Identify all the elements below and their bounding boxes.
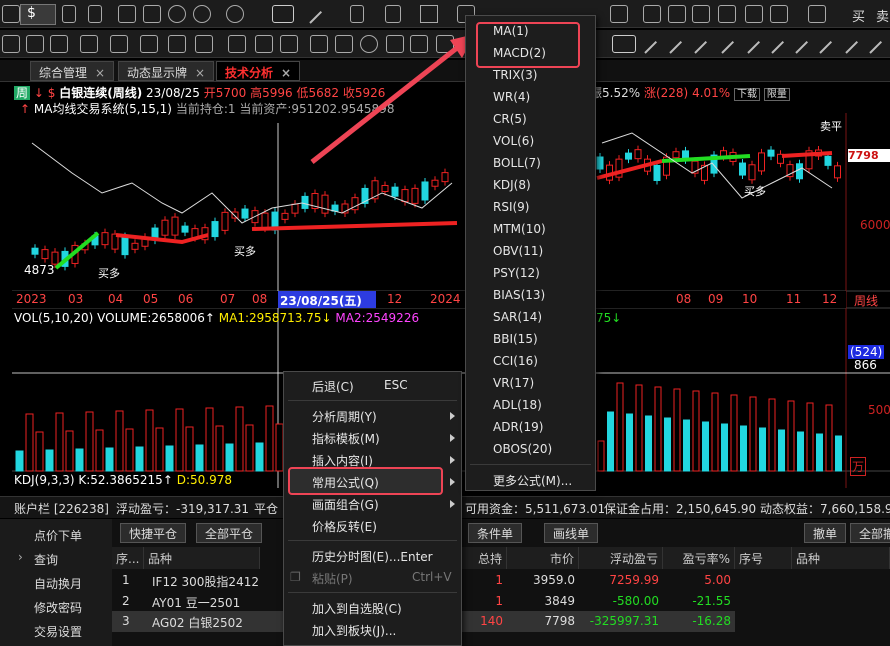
formula-item[interactable]: VR(17): [493, 376, 534, 390]
close-pnl: 平仓: [254, 502, 279, 516]
formula-item[interactable]: MACD(2): [493, 46, 546, 60]
cancel-all-button[interactable]: 全部撤: [850, 523, 890, 543]
menu-item-period[interactable]: 分析周期(Y): [312, 408, 377, 425]
formula-item[interactable]: RSI(9): [493, 200, 530, 214]
row-price: 3849: [544, 594, 575, 608]
submenu-arrow-icon: [450, 500, 455, 508]
col-price[interactable]: 市价: [507, 547, 579, 569]
row-symbol: AY01 豆一2501: [152, 596, 241, 610]
submenu-arrow-icon: [450, 478, 455, 486]
row-rate: 5.00: [704, 573, 731, 587]
formula-item[interactable]: VOL(6): [493, 134, 534, 148]
formula-item[interactable]: ADR(19): [493, 420, 543, 434]
menu-item-history-chart[interactable]: 历史分时图(E)...Enter: [312, 548, 433, 565]
row-pnl: 7259.99: [609, 573, 659, 587]
col-index[interactable]: 序...: [112, 547, 144, 569]
context-menu: 后退(C) ESC 分析周期(Y) 指标模板(M) 插入内容(I) 常用公式(Q…: [283, 371, 462, 646]
positions-panel: 快捷平仓 全部平仓 条件单 画线单 撤单 全部撤 序... 品种 总持 市价 浮…: [112, 519, 890, 646]
paste-icon: ❐: [290, 570, 301, 584]
nav-query[interactable]: 查询: [34, 551, 58, 568]
floating-pnl: 浮动盈亏：-319,317.31: [116, 502, 250, 516]
quick-close-button[interactable]: 快捷平仓: [120, 523, 187, 543]
submenu-arrow-icon: [450, 412, 455, 420]
row-total: 1: [495, 594, 503, 608]
menu-separator: [470, 464, 591, 465]
formula-item[interactable]: BOLL(7): [493, 156, 541, 170]
formula-item[interactable]: MA(1): [493, 24, 529, 38]
row-index: 2: [122, 594, 130, 608]
col-symbol[interactable]: 品种: [144, 547, 260, 569]
formula-item[interactable]: ADL(18): [493, 398, 542, 412]
account-label: 账户栏 [226238]: [14, 502, 109, 516]
row-index: 1: [122, 573, 130, 587]
menu-separator: [288, 540, 457, 541]
menu-item-back[interactable]: 后退(C): [312, 378, 354, 395]
row-symbol: AG02 白银2502: [152, 616, 243, 630]
menu-item-add-watchlist[interactable]: 加入到自选股(C): [312, 600, 402, 617]
menu-separator: [288, 592, 457, 593]
formula-item[interactable]: OBOS(20): [493, 442, 552, 456]
col-order-symbol[interactable]: 品种: [792, 547, 890, 569]
margin-used: 保证金占用：2,150,645.90: [604, 502, 757, 516]
annotation-arrow-line: [310, 42, 464, 164]
formula-item[interactable]: MTM(10): [493, 222, 546, 236]
row-pnl: -325997.31: [589, 614, 659, 628]
row-price: 3959.0: [533, 573, 575, 587]
row-index: 3: [122, 614, 130, 628]
menu-item-paste[interactable]: 粘贴(P): [312, 570, 353, 587]
submenu-arrow-icon: [450, 434, 455, 442]
menu-separator: [288, 400, 457, 401]
formula-item[interactable]: TRIX(3): [493, 68, 537, 82]
formula-item[interactable]: CR(5): [493, 112, 527, 126]
row-pnl: -580.00: [612, 594, 659, 608]
chevron-right-icon[interactable]: ›: [18, 550, 23, 564]
row-rate: -21.55: [692, 594, 731, 608]
formula-item[interactable]: BBI(15): [493, 332, 538, 346]
row-total: 140: [480, 614, 503, 628]
menu-item-add-sector[interactable]: 加入到板块(J)...: [312, 622, 396, 639]
formula-item[interactable]: SAR(14): [493, 310, 542, 324]
row-rate: -16.28: [692, 614, 731, 628]
menu-item-more-formulas[interactable]: 更多公式(M)...: [493, 472, 572, 489]
row-symbol: IF12 300股指2412: [152, 575, 259, 589]
shortcut-label: Ctrl+V: [412, 570, 452, 584]
formula-item[interactable]: BIAS(13): [493, 288, 545, 302]
nav-auto-roll[interactable]: 自动换月: [34, 575, 82, 592]
formula-item[interactable]: OBV(11): [493, 244, 543, 258]
menu-item-common-formula[interactable]: 常用公式(Q): [312, 474, 379, 491]
formula-item[interactable]: CCI(16): [493, 354, 538, 368]
formula-item[interactable]: WR(4): [493, 90, 530, 104]
row-price: 7798: [544, 614, 575, 628]
col-pnl-rate[interactable]: 盈亏率%: [663, 547, 735, 569]
col-total[interactable]: 总持: [462, 547, 507, 569]
menu-item-price-reverse[interactable]: 价格反转(E): [312, 518, 377, 535]
menu-item-layout[interactable]: 画面组合(G): [312, 496, 379, 513]
trade-nav: 点价下单 › 查询 自动换月 修改密码 交易设置: [0, 519, 112, 646]
col-order-index[interactable]: 序号: [735, 547, 792, 569]
cancel-order-button[interactable]: 撤单: [804, 523, 847, 543]
row-total: 1: [495, 573, 503, 587]
conditional-order-button[interactable]: 条件单: [468, 523, 523, 543]
close-all-button[interactable]: 全部平仓: [196, 523, 263, 543]
shortcut-label: ESC: [384, 378, 408, 392]
formula-item[interactable]: PSY(12): [493, 266, 540, 280]
dynamic-equity: 动态权益：7,660,158.94: [760, 502, 890, 516]
nav-click-order[interactable]: 点价下单: [34, 527, 82, 544]
nav-change-password[interactable]: 修改密码: [34, 599, 82, 616]
available-funds: 可用资金：5,511,673.01: [465, 502, 606, 516]
col-pnl[interactable]: 浮动盈亏: [579, 547, 663, 569]
nav-trade-settings[interactable]: 交易设置: [34, 623, 82, 640]
menu-item-template[interactable]: 指标模板(M): [312, 430, 380, 447]
formula-item[interactable]: KDJ(8): [493, 178, 531, 192]
submenu-arrow-icon: [450, 456, 455, 464]
formula-submenu: MA(1) MACD(2) TRIX(3) WR(4) CR(5) VOL(6) BOLL(…: [465, 15, 596, 491]
drawline-order-button[interactable]: 画线单: [544, 523, 599, 543]
